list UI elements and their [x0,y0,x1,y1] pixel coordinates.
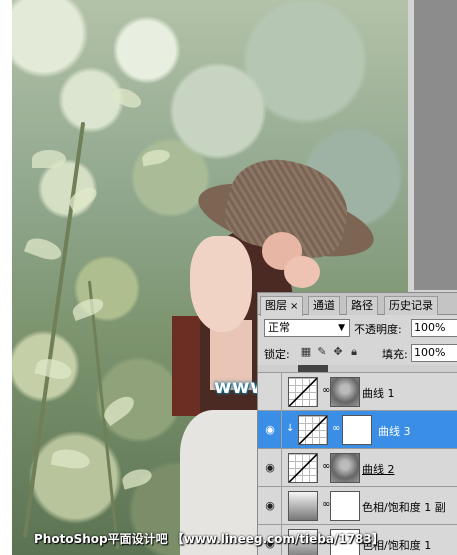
adjustment-thumbnail [288,453,318,483]
face [190,236,252,332]
layer-list: ∞ 曲线 1 ◉ ↓ ∞ 曲线 3 ◉ ∞ 曲线 2 ◉ ∞ 色相/饱和度 1 … [258,365,457,555]
lock-row: 锁定: ▦ ✎ ✥ 🔒︎ 填充: 100% [258,343,457,363]
blend-mode-select[interactable]: 正常 ▼ [264,319,350,337]
layer-row-hue-saturation-1-copy[interactable]: ◉ ∞ 色相/饱和度 1 副 [258,487,457,525]
layer-name: 曲线 3 [378,425,411,438]
layer-mask-thumbnail[interactable] [330,453,360,483]
tab-layers[interactable]: 图层 × [260,296,304,316]
layer-mask-thumbnail[interactable] [330,491,360,521]
hat-flower [284,256,320,288]
lock-brush-icon[interactable]: ✎ [316,346,328,358]
panel-tabs: 图层 × 通道 路径 历史记录 [258,293,457,316]
blend-row: 正常 ▼ 不透明度: 100% [258,317,457,339]
tab-channels[interactable]: 通道 [308,296,340,315]
layer-row-curves-1[interactable]: ∞ 曲线 1 [258,373,457,411]
visibility-toggle[interactable]: ◉ [258,449,282,487]
eye-icon: ◉ [265,499,275,512]
adjustment-thumbnail [288,491,318,521]
visibility-toggle[interactable]: ◉ [258,411,282,449]
layer-mask-thumbnail[interactable] [330,377,360,407]
eye-icon: ◉ [265,461,275,474]
layer-name: 曲线 2 [362,463,395,476]
opacity-label: 不透明度: [354,323,402,336]
fill-label: 填充: [382,348,408,361]
visibility-toggle[interactable] [258,373,282,411]
layer-row-curves-2[interactable]: ◉ ∞ 曲线 2 [258,449,457,487]
adjustment-thumbnail [298,415,328,445]
chevron-down-icon: ▼ [338,323,345,333]
layer-name: 曲线 1 [362,387,395,400]
chain-link-icon[interactable]: ∞ [332,423,340,434]
opacity-input[interactable]: 100% [411,319,457,337]
layer-mask-thumbnail[interactable] [342,415,372,445]
lock-move-icon[interactable]: ✥ [332,346,344,358]
footer-credit: PhotoShop平面设计吧 【www.lineeg.com/tieba/178… [34,532,384,546]
layer-row-partial[interactable] [258,365,457,373]
eye-icon: ◉ [265,423,275,436]
layer-row-curves-3[interactable]: ◉ ↓ ∞ 曲线 3 [258,411,457,449]
layer-name: 色相/饱和度 1 副 [362,501,446,514]
clip-arrow-icon: ↓ [286,423,295,434]
fill-input[interactable]: 100% [411,344,457,362]
canvas-edge [414,0,457,290]
tab-paths[interactable]: 路径 [346,296,378,315]
tab-history[interactable]: 历史记录 [384,296,438,315]
adjustment-thumbnail [288,377,318,407]
lock-label: 锁定: [264,348,290,361]
lock-all-icon[interactable]: 🔒︎ [348,346,360,358]
visibility-toggle[interactable]: ◉ [258,487,282,525]
close-icon[interactable]: × [290,301,298,312]
lock-transparent-icon[interactable]: ▦ [300,346,312,358]
layers-panel: 图层 × 通道 路径 历史记录 正常 ▼ 不透明度: 100% 锁定: ▦ ✎ ✥… [257,292,457,555]
